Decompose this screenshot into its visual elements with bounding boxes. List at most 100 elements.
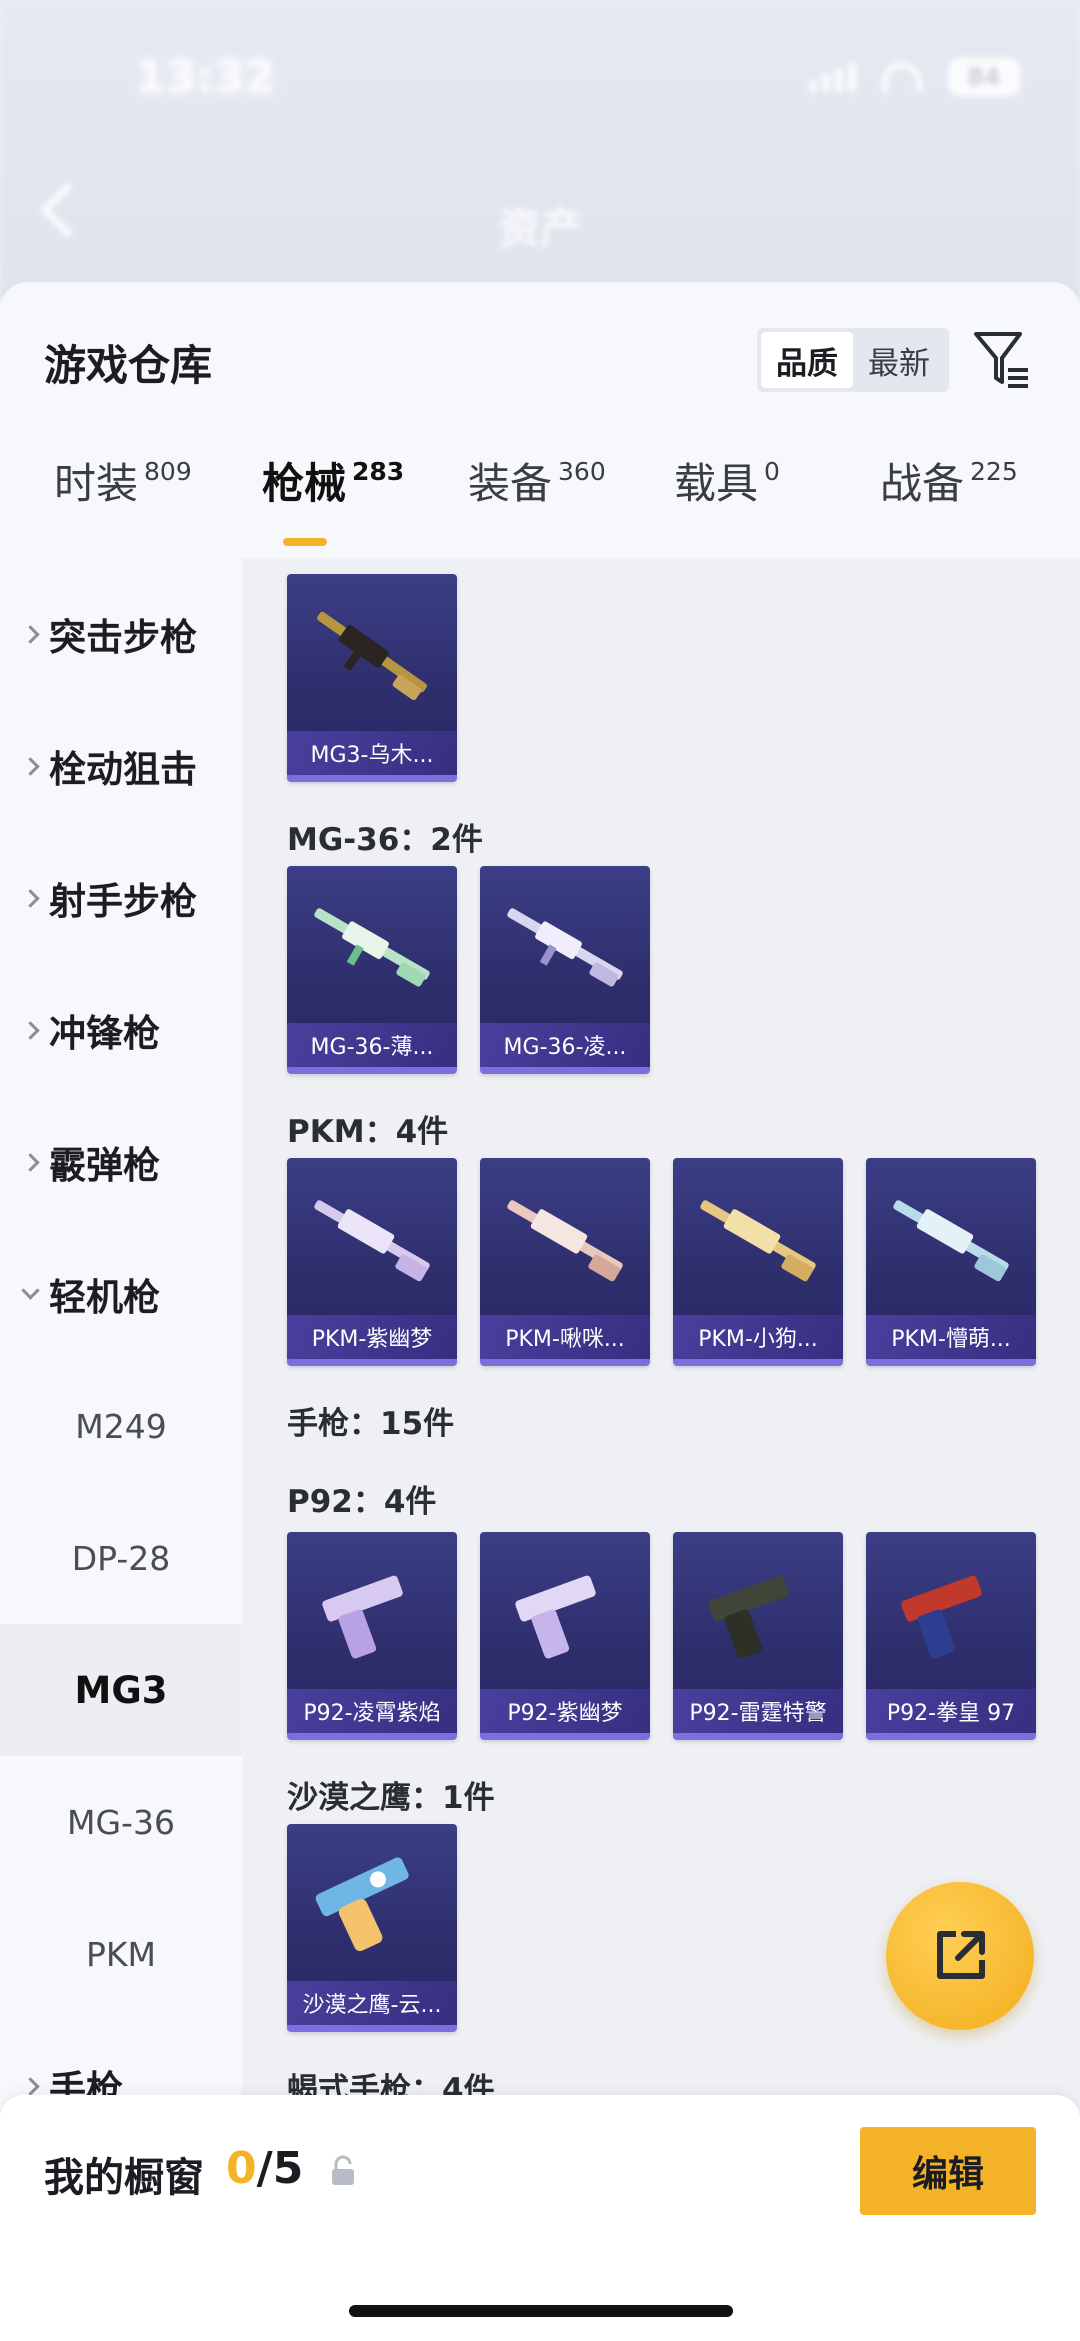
share-icon (937, 1931, 985, 1979)
chevron-right-icon (21, 1020, 40, 1040)
battery-icon: 84 (948, 58, 1020, 96)
sidebar-sub-mg36[interactable]: MG-36 (0, 1756, 242, 1888)
lock-icon (332, 2155, 354, 2185)
tab-label: 时装 (54, 459, 139, 508)
item-name: PKM-小狗... (673, 1315, 843, 1359)
tab-count: 0 (764, 457, 780, 486)
sidebar-sub-dp28[interactable]: DP-28 (0, 1492, 242, 1624)
warehouse-sheet: 游戏仓库 品质 最新 时装 809 枪械 283 装备 360 载具 0 战备 … (0, 282, 1080, 2341)
sidebar-item-shotgun[interactable]: 霰弹枪 (0, 1096, 242, 1228)
group-label-deagle: 沙漠之鹰：1件 (287, 1780, 495, 1816)
edit-button[interactable]: 编辑 (860, 2127, 1036, 2215)
pistol-icon (708, 1575, 789, 1659)
tab-guns[interactable]: 枪械 283 (262, 450, 404, 511)
showcase-title: 我的橱窗 (44, 2155, 204, 2201)
tab-label: 战备 (880, 459, 965, 508)
item-name: P92-雷霆特警 (673, 1689, 843, 1733)
pistol-icon (315, 1857, 409, 1952)
item-name: PKM-啾咪... (480, 1315, 650, 1359)
blurred-header: 13:32 84 资产 (0, 0, 1080, 300)
showcase-total: /5 (256, 2143, 304, 2194)
tab-count: 360 (558, 457, 606, 486)
item-name: PKM-懵萌... (866, 1315, 1036, 1359)
share-button[interactable] (886, 1882, 1034, 2030)
item-card[interactable]: MG3-乌木... (287, 574, 457, 782)
item-card[interactable]: P92-凌霄紫焰 (287, 1532, 457, 1740)
sidebar-item-label: 射手步枪 (49, 880, 197, 923)
lmg-icon (507, 1200, 623, 1282)
showcase-count: 0/5 (226, 2143, 303, 2194)
chevron-right-icon (21, 2076, 40, 2096)
item-name: MG-36-薄... (287, 1023, 457, 1067)
tab-vehicles[interactable]: 载具 0 (674, 450, 780, 511)
item-card[interactable]: 沙漠之鹰-云... (287, 1824, 457, 2032)
sidebar-item-bolt-sniper[interactable]: 栓动狙击 (0, 700, 242, 832)
item-card[interactable]: P92-雷霆特警 (673, 1532, 843, 1740)
sidebar-item-label: 霰弹枪 (49, 1144, 160, 1187)
sidebar-item-assault-rifle[interactable]: 突击步枪 (0, 568, 242, 700)
group-label-mg36: MG-36：2件 (287, 822, 483, 858)
item-card[interactable]: MG-36-薄... (287, 866, 457, 1074)
tab-label: 枪械 (262, 459, 347, 508)
sidebar-sub-mg3[interactable]: MG3 (0, 1624, 242, 1756)
item-name: P92-凌霄紫焰 (287, 1689, 457, 1733)
tab-label: 载具 (674, 459, 759, 508)
item-card[interactable]: P92-紫幽梦 (480, 1532, 650, 1740)
showcase-current: 0 (226, 2143, 257, 2194)
sidebar-sub-pkm[interactable]: PKM (0, 1888, 242, 2020)
tab-count: 283 (352, 457, 405, 486)
filter-icon[interactable] (972, 328, 1032, 392)
sidebar-item-lmg[interactable]: 轻机枪 (0, 1228, 242, 1360)
status-time: 13:32 (135, 52, 276, 103)
pistol-icon (901, 1575, 982, 1659)
sidebar-item-label: 轻机枪 (49, 1276, 160, 1319)
sort-quality-button[interactable]: 品质 (761, 332, 853, 388)
home-indicator (349, 2305, 733, 2317)
item-name: MG-36-凌... (480, 1023, 650, 1067)
item-name: MG3-乌木... (287, 731, 457, 775)
item-card[interactable]: PKM-懵萌... (866, 1158, 1036, 1366)
sheet-header: 游戏仓库 品质 最新 时装 809 枪械 283 装备 360 载具 0 战备 … (0, 282, 1080, 562)
group-label-pkm: PKM：4件 (287, 1114, 449, 1150)
item-name: P92-拳皇 97 (866, 1689, 1036, 1733)
item-card[interactable]: PKM-啾咪... (480, 1158, 650, 1366)
lmg-icon (700, 1200, 816, 1282)
tab-fashion[interactable]: 时装 809 (54, 450, 192, 511)
rifle-icon (507, 908, 623, 987)
pistol-icon (322, 1575, 403, 1659)
item-card[interactable]: PKM-小狗... (673, 1158, 843, 1366)
chevron-right-icon (21, 888, 40, 908)
tab-count: 225 (970, 457, 1018, 486)
status-icons: 84 (809, 58, 1020, 96)
page-title: 游戏仓库 (44, 341, 213, 390)
tab-label: 装备 (468, 459, 553, 508)
item-name: PKM-紫幽梦 (287, 1315, 457, 1359)
item-card[interactable]: MG-36-凌... (480, 866, 650, 1074)
sidebar-item-marksman-rifle[interactable]: 射手步枪 (0, 832, 242, 964)
tab-equipment[interactable]: 装备 360 (468, 450, 606, 511)
item-name: P92-紫幽梦 (480, 1689, 650, 1733)
pistol-icon (515, 1575, 596, 1659)
chevron-right-icon (21, 624, 40, 644)
group-label-pistol: 手枪：15件 (287, 1406, 455, 1442)
tab-supplies[interactable]: 战备 225 (880, 450, 1018, 511)
wifi-icon (882, 62, 922, 92)
sidebar-item-smg[interactable]: 冲锋枪 (0, 964, 242, 1096)
signal-icon (809, 62, 856, 92)
sidebar-item-label: 冲锋枪 (49, 1012, 160, 1055)
lmg-icon (317, 611, 427, 701)
sidebar: 突击步枪 栓动狙击 射手步枪 冲锋枪 霰弹枪 轻机枪 M249 DP-28 MG… (0, 558, 242, 2118)
item-card[interactable]: P92-拳皇 97 (866, 1532, 1036, 1740)
tab-count: 809 (144, 457, 192, 486)
nav-title: 资产 (497, 204, 582, 253)
item-card[interactable]: PKM-紫幽梦 (287, 1158, 457, 1366)
rifle-icon (314, 908, 430, 987)
item-name: 沙漠之鹰-云... (287, 1981, 457, 2025)
lmg-icon (893, 1200, 1009, 1282)
showcase-bar: 我的橱窗 0/5 编辑 (0, 2095, 1080, 2341)
sidebar-item-label: 栓动狙击 (49, 748, 197, 791)
sidebar-sub-m249[interactable]: M249 (0, 1360, 242, 1492)
chevron-right-icon (21, 756, 40, 776)
sort-newest-button[interactable]: 最新 (853, 332, 945, 388)
chevron-right-icon (21, 1152, 40, 1172)
